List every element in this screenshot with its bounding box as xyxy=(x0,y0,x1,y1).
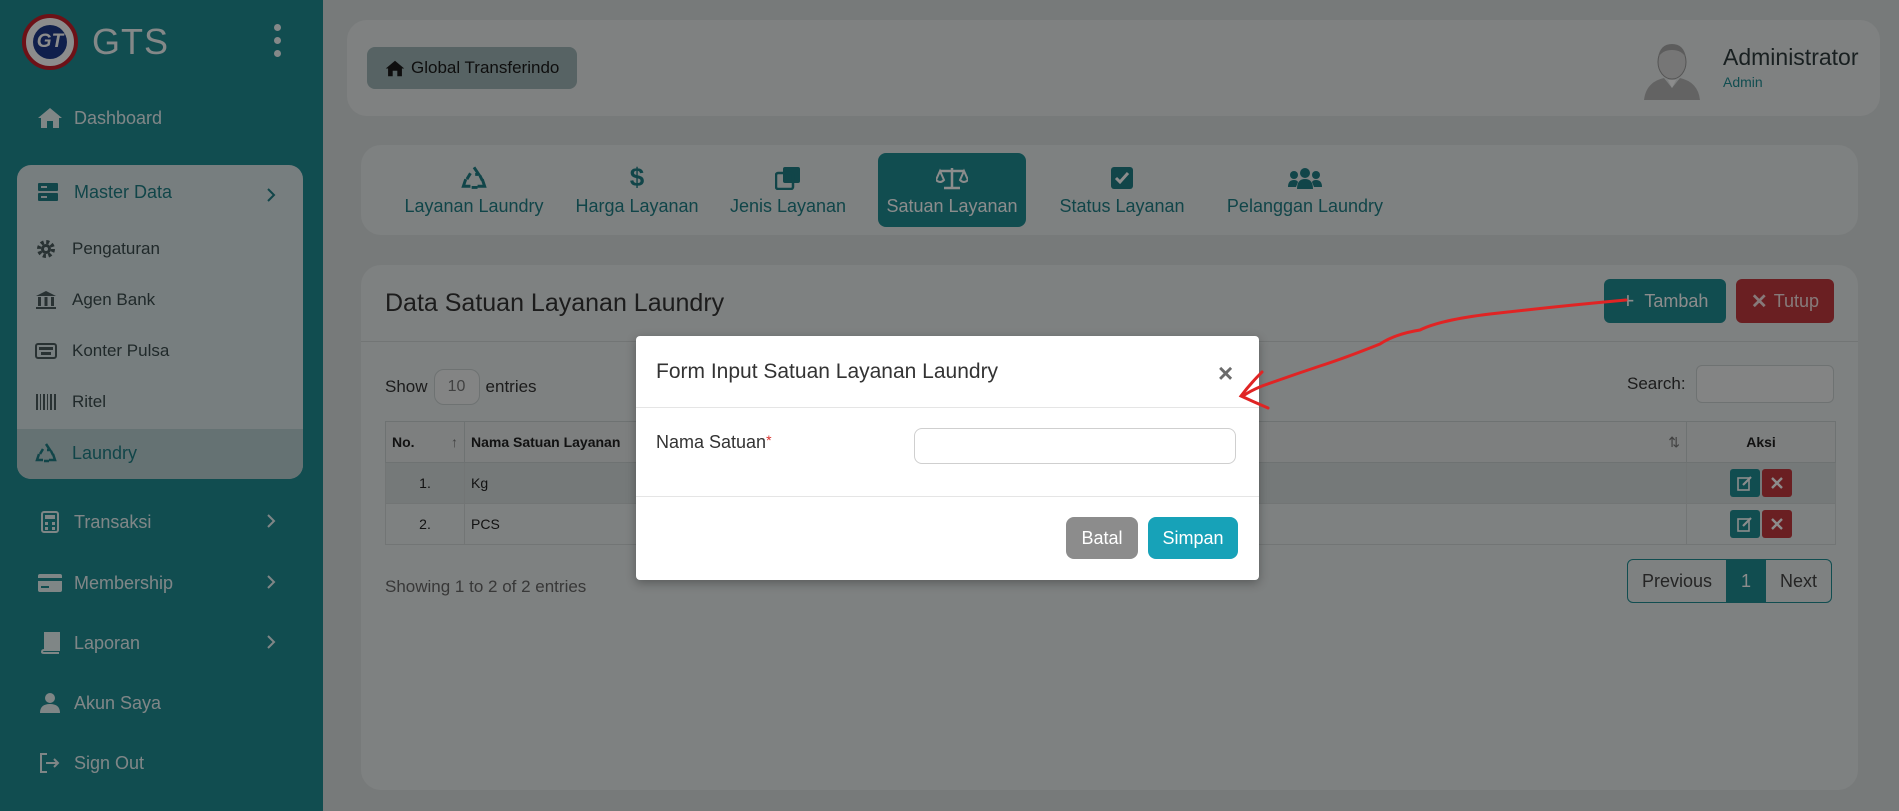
field-label-text: Nama Satuan xyxy=(656,432,767,452)
input-modal: Form Input Satuan Layanan Laundry × Nama… xyxy=(636,336,1259,580)
nama-satuan-label: Nama Satuan* xyxy=(656,432,772,453)
modal-close-icon[interactable]: × xyxy=(1218,358,1233,389)
divider xyxy=(636,496,1259,497)
divider xyxy=(636,407,1259,408)
required-mark: * xyxy=(766,432,772,448)
modal-title: Form Input Satuan Layanan Laundry xyxy=(656,360,999,383)
cancel-button[interactable]: Batal xyxy=(1066,517,1138,559)
save-button[interactable]: Simpan xyxy=(1148,517,1238,559)
nama-satuan-input[interactable] xyxy=(914,428,1236,464)
